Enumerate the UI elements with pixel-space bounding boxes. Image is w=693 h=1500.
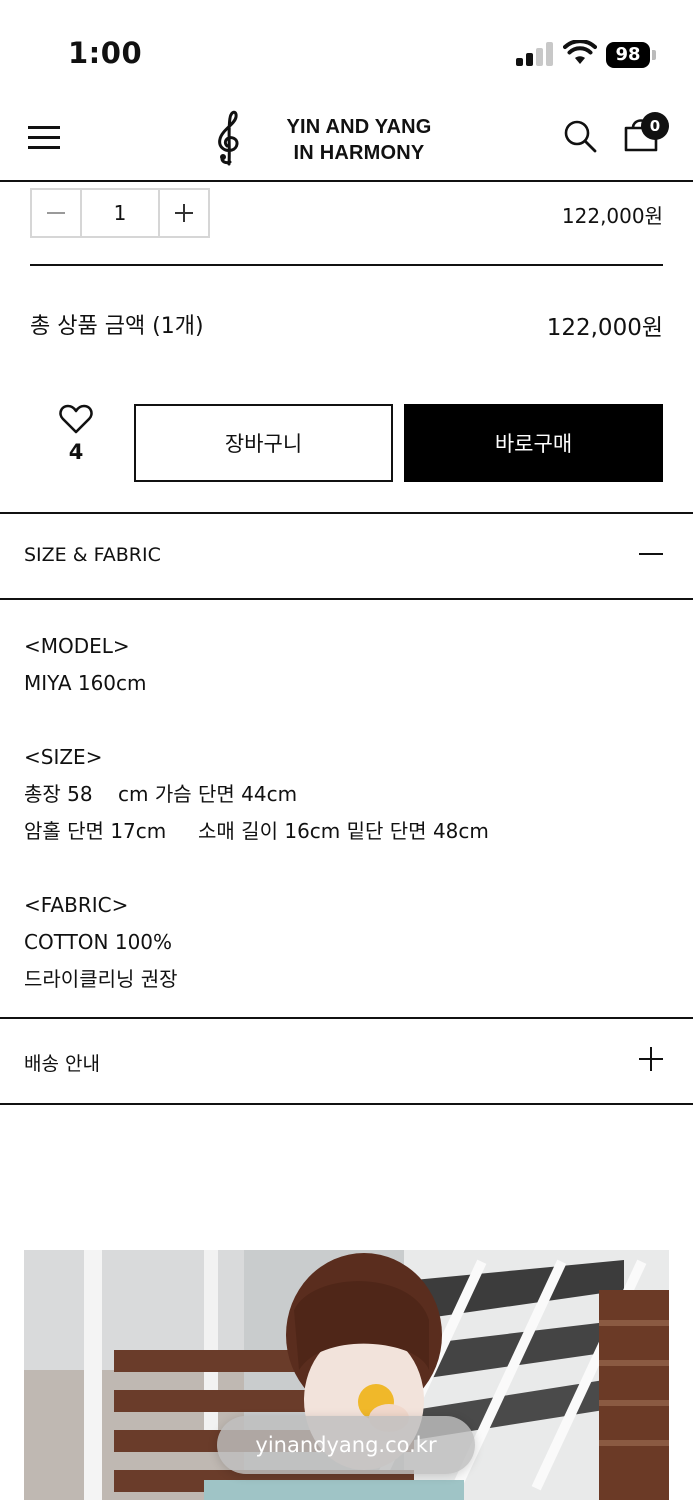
total-price: 122,000원	[546, 315, 663, 341]
cart-count-badge: 0	[641, 112, 669, 140]
model-info: MIYA 160cm	[24, 671, 147, 695]
brand-line-1: YIN AND YANG	[286, 116, 432, 138]
size-line-2: 암홀 단면 17cm 소매 길이 16cm 밑단 단면 48cm	[24, 819, 489, 843]
battery-icon: 98	[606, 42, 656, 68]
accordion-shipping[interactable]: 배송 안내	[0, 1017, 693, 1103]
size-heading: <SIZE>	[24, 745, 103, 769]
total-label: 총 상품 금액 (1개)	[30, 314, 204, 339]
option-price: 122,000원	[561, 204, 663, 228]
accordion-size-fabric[interactable]: SIZE & FABRIC	[0, 512, 693, 598]
divider	[0, 598, 693, 600]
signal-icon	[516, 42, 556, 66]
plus-icon	[175, 204, 193, 222]
menu-icon[interactable]	[28, 124, 60, 150]
treble-clef-logo[interactable]	[208, 108, 248, 166]
heart-icon	[59, 404, 93, 434]
accordion-title: SIZE & FABRIC	[24, 544, 161, 566]
collapse-icon[interactable]	[639, 542, 663, 566]
add-to-cart-button[interactable]: 장바구니	[134, 404, 393, 482]
search-icon[interactable]	[562, 118, 598, 154]
care-info: 드라이클리닝 권장	[24, 967, 178, 991]
status-time: 1:00	[68, 36, 143, 70]
size-line-1: 총장 58 cm 가슴 단면 44cm	[24, 782, 298, 806]
buy-now-button[interactable]: 바로구매	[404, 404, 663, 482]
minus-icon	[47, 212, 65, 214]
battery-level: 98	[606, 42, 650, 68]
fabric-info: COTTON 100%	[24, 930, 173, 954]
size-fabric-details: <MODEL> MIYA 160cm <SIZE> 총장 58 cm 가슴 단면…	[24, 628, 664, 998]
battery-tip	[652, 50, 656, 60]
wishlist-count: 4	[68, 440, 84, 464]
wishlist-button[interactable]: 4	[52, 404, 100, 464]
status-bar: 1:00 98	[0, 0, 693, 100]
quantity-input[interactable]: 1	[80, 190, 160, 236]
site-header: YIN AND YANG IN HARMONY 0	[0, 100, 693, 182]
brand-line-2: IN HARMONY	[293, 142, 425, 164]
expand-icon[interactable]	[639, 1047, 663, 1071]
divider	[0, 1103, 693, 1105]
fabric-heading: <FABRIC>	[24, 893, 129, 917]
divider	[30, 264, 663, 266]
quantity-stepper: 1	[30, 188, 210, 238]
browser-url-bar[interactable]: yinandyang.co.kr	[217, 1416, 475, 1474]
brand-logo-text[interactable]: YIN AND YANG IN HARMONY	[270, 114, 448, 166]
accordion-title: 배송 안내	[24, 1053, 100, 1075]
quantity-decrease-button[interactable]	[32, 190, 80, 236]
model-heading: <MODEL>	[24, 634, 130, 658]
quantity-increase-button[interactable]	[160, 190, 208, 236]
wifi-icon	[563, 40, 597, 64]
